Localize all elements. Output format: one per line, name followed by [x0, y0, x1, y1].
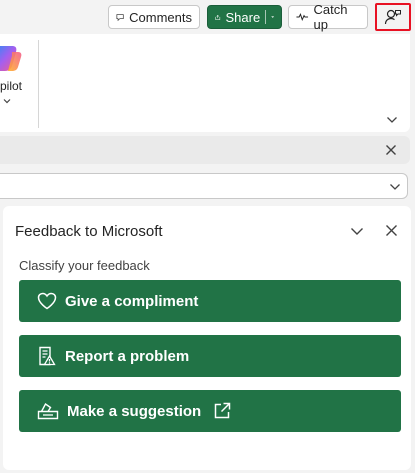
- top-toolbar: Comments Share Catch up: [0, 0, 415, 34]
- share-icon: [215, 14, 221, 20]
- person-feedback-icon: [384, 9, 401, 25]
- notification-bar: [0, 136, 410, 164]
- comments-label: Comments: [129, 9, 192, 25]
- formula-bar[interactable]: [0, 173, 408, 199]
- catch-up-label: Catch up: [313, 2, 348, 32]
- ribbon-expand-chevron-icon[interactable]: [386, 116, 398, 124]
- give-compliment-button[interactable]: Give a compliment: [19, 280, 401, 322]
- ribbon: pilot: [0, 34, 410, 132]
- make-suggestion-button[interactable]: Make a suggestion: [19, 390, 401, 432]
- pulse-icon: [296, 13, 309, 22]
- suggestion-icon: [37, 402, 59, 420]
- report-problem-label: Report a problem: [65, 347, 190, 365]
- copilot-icon[interactable]: [0, 42, 24, 74]
- chevron-down-icon[interactable]: [270, 14, 274, 20]
- make-suggestion-label: Make a suggestion: [67, 402, 202, 420]
- open-external-icon: [214, 402, 231, 419]
- close-icon[interactable]: [385, 224, 398, 237]
- pane-title: Feedback to Microsoft: [15, 223, 163, 240]
- share-button[interactable]: Share: [207, 5, 282, 29]
- copilot-chevron-down-icon[interactable]: [3, 98, 11, 104]
- close-icon[interactable]: [385, 144, 397, 156]
- catch-up-button[interactable]: Catch up: [288, 2, 368, 32]
- copilot-label[interactable]: pilot: [0, 79, 22, 93]
- report-icon: [39, 346, 56, 366]
- give-compliment-label: Give a compliment: [65, 292, 199, 310]
- feedback-pane: Feedback to Microsoft Classify your feed…: [3, 206, 411, 470]
- chevron-down-icon[interactable]: [389, 183, 401, 191]
- pane-subtitle: Classify your feedback: [19, 258, 150, 273]
- comments-button[interactable]: Comments: [108, 5, 200, 29]
- share-label: Share: [225, 9, 261, 25]
- report-problem-button[interactable]: Report a problem: [19, 335, 401, 377]
- collapse-chevron-icon[interactable]: [350, 227, 364, 236]
- heart-icon: [37, 292, 57, 310]
- feedback-profile-button[interactable]: [375, 3, 411, 31]
- comment-icon: [116, 13, 124, 21]
- ribbon-divider: [38, 40, 39, 128]
